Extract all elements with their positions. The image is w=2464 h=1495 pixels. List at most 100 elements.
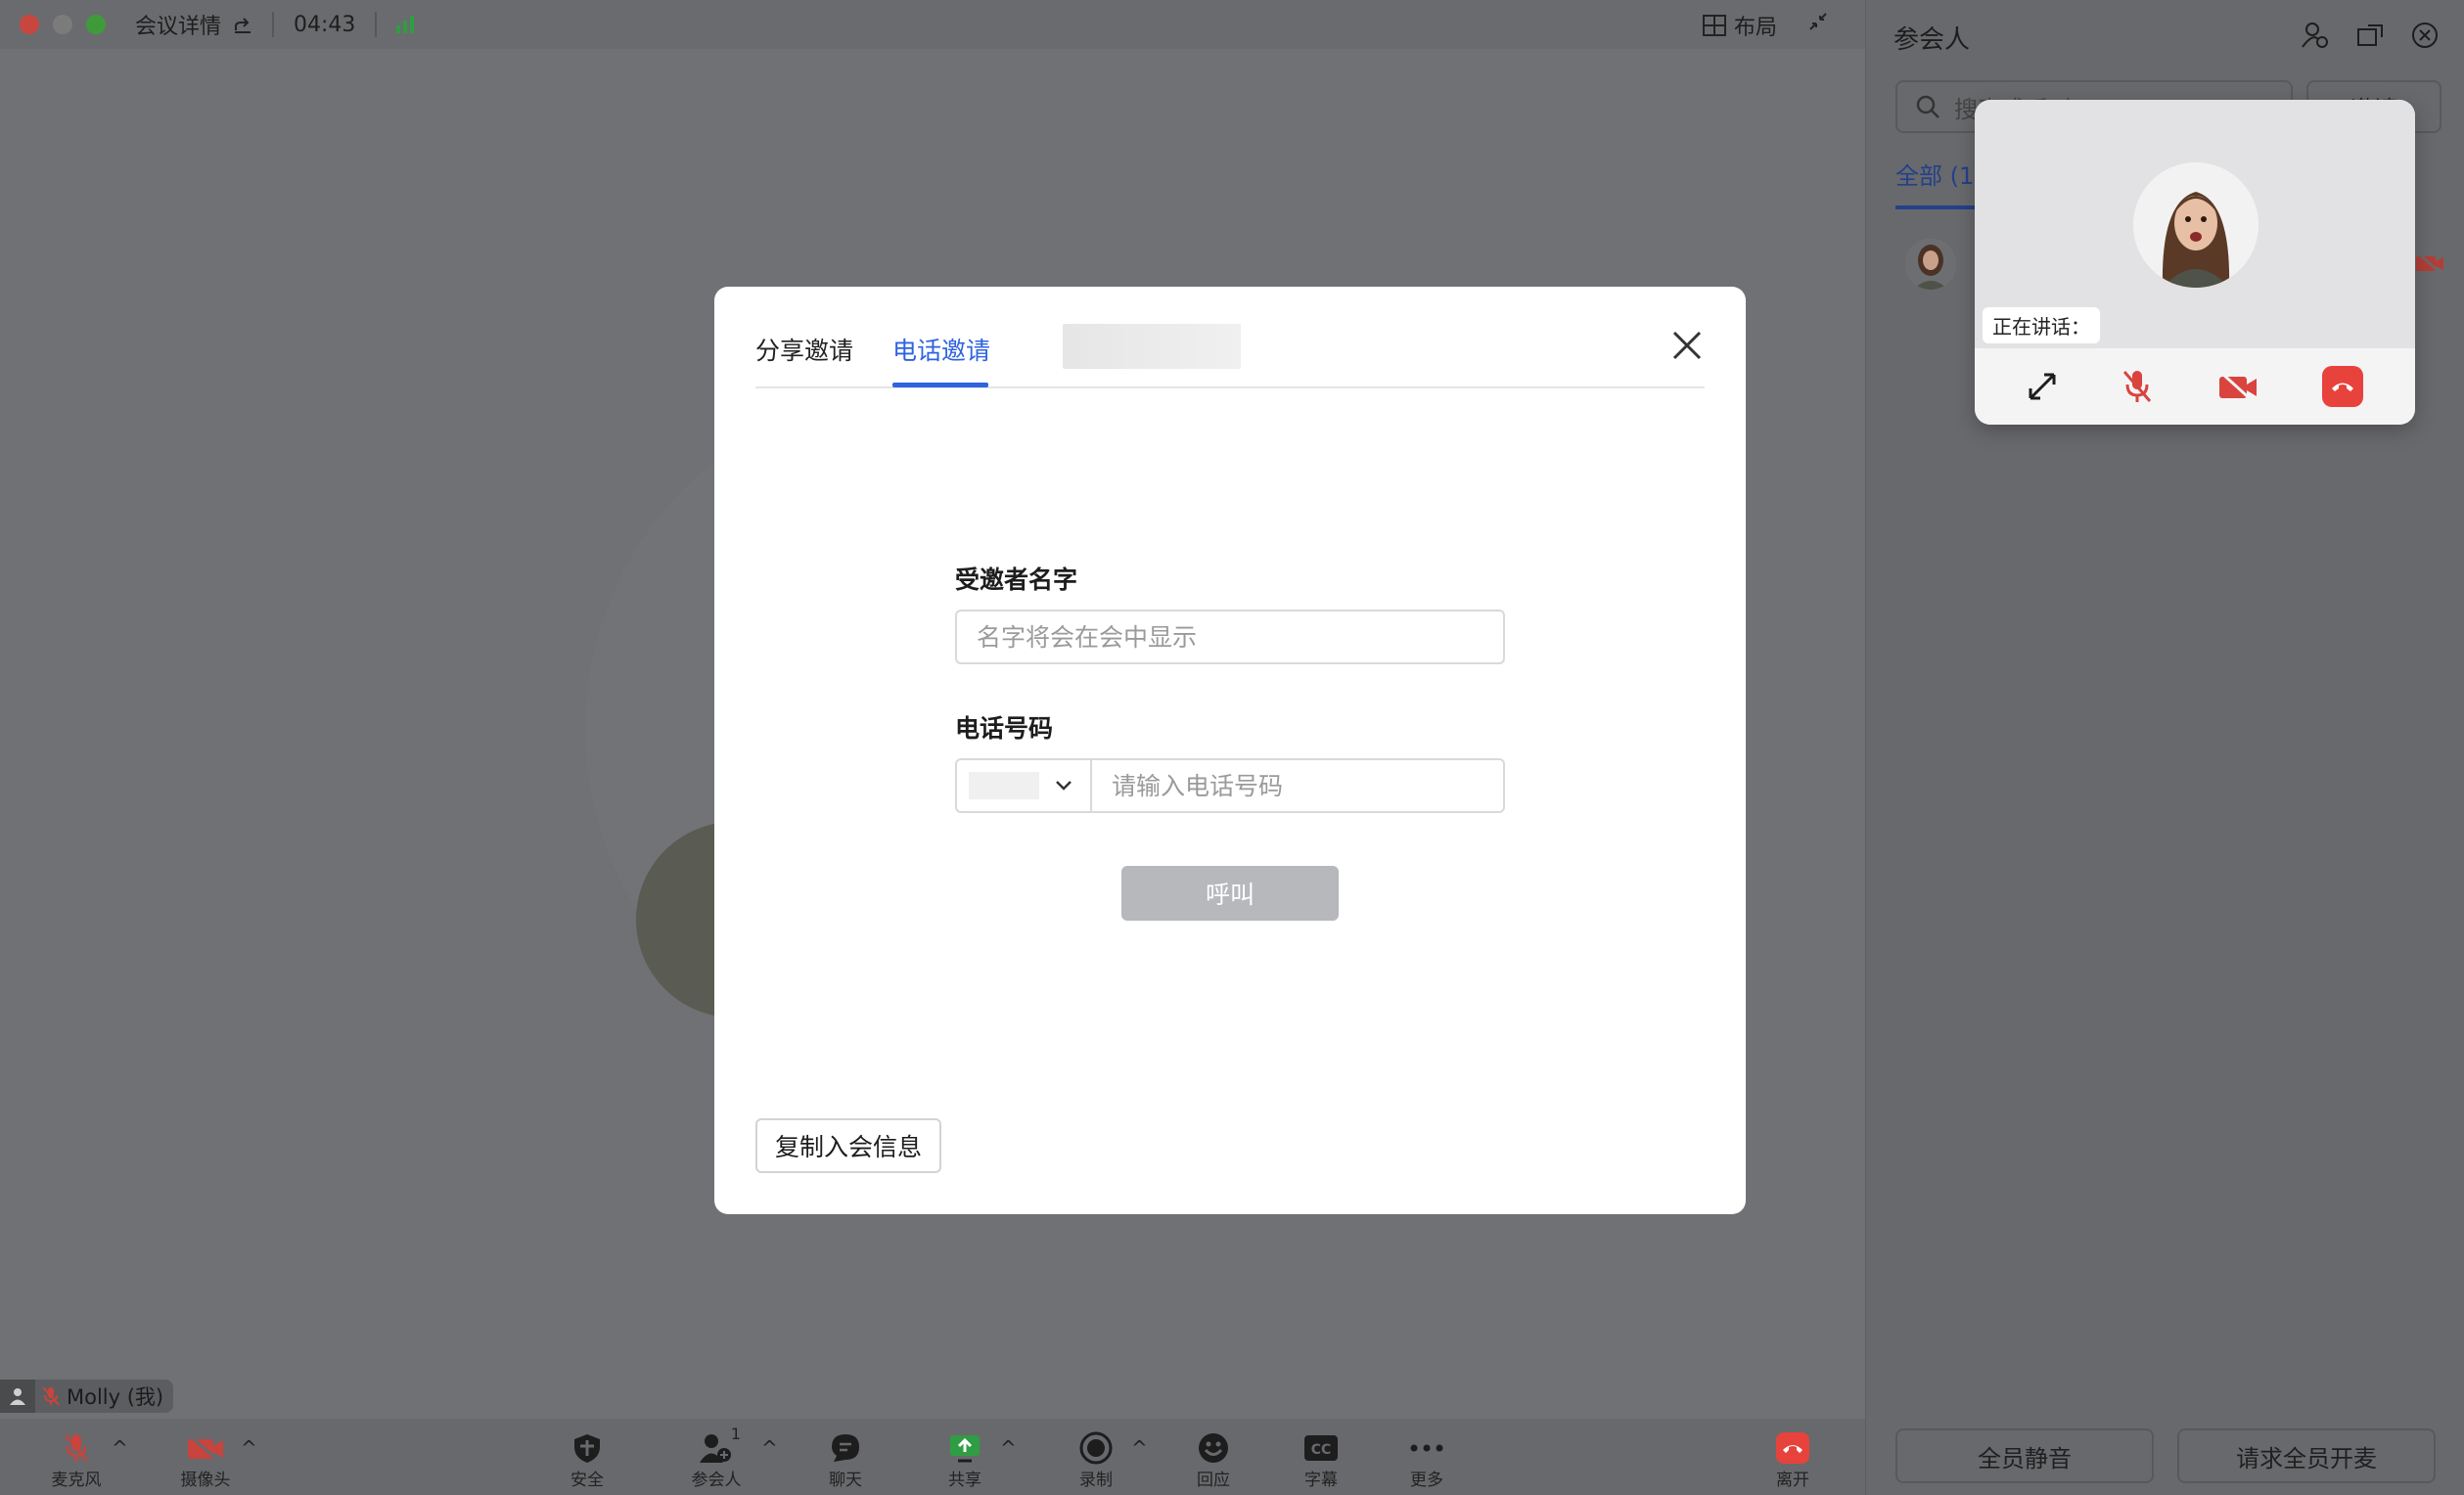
invitee-name-input[interactable] <box>955 610 1505 664</box>
layout-label: 布局 <box>1733 16 1777 40</box>
camera-button[interactable]: 摄像头 <box>166 1430 245 1490</box>
phone-number-input[interactable] <box>1092 760 1503 811</box>
grid-layout-icon <box>1702 15 1726 36</box>
leave-label: 离开 <box>1776 1471 1809 1490</box>
share-screen-icon <box>950 1435 980 1463</box>
close-window-button[interactable] <box>20 15 39 34</box>
camera-off-icon <box>188 1433 223 1463</box>
redacted-country-code <box>969 772 1039 799</box>
cc-captions-icon: CC <box>1304 1435 1338 1461</box>
record-options-chevron-icon[interactable]: ^ <box>1131 1436 1148 1460</box>
smiley-icon <box>1199 1433 1228 1463</box>
participants-button[interactable]: 1 参会人 <box>677 1425 755 1490</box>
close-panel-icon[interactable] <box>2411 22 2439 49</box>
participant-camera-off-icon <box>2416 252 2443 274</box>
divider <box>272 12 275 37</box>
invite-tabs: 分享邀请 电话邀请 <box>755 287 1705 388</box>
participants-options-chevron-icon[interactable]: ^ <box>761 1436 778 1460</box>
meeting-details-button[interactable]: 会议详情 <box>135 9 252 40</box>
record-label: 录制 <box>1079 1471 1113 1490</box>
mic-muted-icon[interactable] <box>2122 369 2153 404</box>
user-avatar-icon <box>0 1380 35 1413</box>
tab-all-participants[interactable]: 全部 (1) <box>1895 157 1984 191</box>
record-button[interactable]: 录制 <box>1057 1430 1135 1490</box>
hangup-phone-icon <box>1776 1432 1809 1464</box>
leave-button[interactable]: 离开 <box>1754 1430 1832 1490</box>
collapse-arrows-icon <box>1809 13 1827 30</box>
panel-footer: 全员静音 请求全员开麦 <box>1895 1428 2436 1483</box>
layout-button[interactable]: 布局 <box>1702 10 1777 41</box>
participant-settings-icon[interactable] <box>2302 22 2329 49</box>
redacted-tab[interactable] <box>1063 324 1241 369</box>
share-arrow-icon <box>235 18 251 33</box>
window-controls <box>20 15 106 34</box>
share-button[interactable]: 共享 <box>926 1430 1004 1490</box>
invitee-name-label: 受邀者名字 <box>955 566 1078 594</box>
camera-off-icon[interactable] <box>2217 371 2259 402</box>
mic-label: 麦克风 <box>51 1471 102 1490</box>
self-name: Molly (我) <box>67 1385 164 1409</box>
participant-avatar[interactable] <box>1905 239 1956 290</box>
chat-bubble-icon <box>832 1434 859 1462</box>
share-options-chevron-icon[interactable]: ^ <box>1000 1436 1017 1460</box>
minimize-window-button[interactable] <box>53 15 72 34</box>
more-label: 更多 <box>1410 1471 1443 1490</box>
self-name-tag: Molly (我) <box>0 1380 174 1413</box>
close-icon <box>1672 331 1702 360</box>
phone-invite-form: 受邀者名字 电话号码 <box>955 561 1505 813</box>
chat-button[interactable]: 聊天 <box>806 1430 885 1490</box>
request-unmute-all-button[interactable]: 请求全员开麦 <box>2177 1428 2436 1483</box>
top-bar: 会议详情 04:43 布局 <box>0 0 1865 49</box>
exit-fullscreen-button[interactable] <box>1808 12 1828 37</box>
meeting-timer: 04:43 <box>294 12 356 37</box>
security-button[interactable]: 安全 <box>548 1430 626 1490</box>
country-code-select[interactable] <box>957 760 1092 811</box>
active-tab-underline <box>892 383 988 387</box>
more-button[interactable]: 更多 <box>1388 1430 1466 1490</box>
mic-button[interactable]: 麦克风 <box>37 1430 115 1490</box>
react-button[interactable]: 回应 <box>1174 1430 1253 1490</box>
tab-underline <box>1895 205 1984 209</box>
tab-phone-invite[interactable]: 电话邀请 <box>892 332 990 367</box>
participants-label: 参会人 <box>691 1471 742 1490</box>
zoom-window-button[interactable] <box>86 15 106 34</box>
copy-meeting-info-button[interactable]: 复制入会信息 <box>755 1118 941 1173</box>
floating-video-feed: 正在讲话： <box>1975 100 2415 348</box>
bottom-toolbar: 麦克风 ^ 摄像头 ^ 安全 1 参会人 ^ 聊天 共享 ^ 录制 ^ 回应 C… <box>0 1419 1865 1495</box>
camera-options-chevron-icon[interactable]: ^ <box>241 1436 257 1460</box>
svg-text:CC: CC <box>1311 1442 1332 1458</box>
popout-window-icon[interactable] <box>2356 22 2384 49</box>
phone-number-group <box>955 758 1505 813</box>
participants-icon <box>700 1434 731 1463</box>
invite-dialog: 分享邀请 电话邀请 受邀者名字 电话号码 呼叫 复制入会信息 <box>714 287 1746 1214</box>
signal-strength-icon[interactable] <box>396 16 415 33</box>
hangup-phone-icon <box>2332 383 2354 391</box>
captions-label: 字幕 <box>1304 1471 1338 1490</box>
phone-number-label: 电话号码 <box>955 714 1054 743</box>
captions-button[interactable]: CC 字幕 <box>1282 1430 1360 1490</box>
floating-controls <box>1975 348 2415 425</box>
camera-label: 摄像头 <box>180 1471 231 1490</box>
tab-share-invite[interactable]: 分享邀请 <box>755 332 853 367</box>
meeting-details-label: 会议详情 <box>135 15 222 39</box>
hangup-button[interactable] <box>2322 366 2364 407</box>
record-icon <box>1079 1431 1113 1465</box>
divider <box>375 12 378 37</box>
mic-options-chevron-icon[interactable]: ^ <box>112 1436 128 1460</box>
chat-label: 聊天 <box>829 1471 862 1490</box>
search-icon <box>1916 95 1939 118</box>
share-label: 共享 <box>948 1471 981 1490</box>
speaking-indicator: 正在讲话： <box>1983 307 2100 343</box>
close-dialog-button[interactable] <box>1671 330 1703 365</box>
panel-title: 参会人 <box>1894 25 1971 55</box>
shield-icon <box>574 1434 600 1463</box>
security-label: 安全 <box>570 1471 604 1490</box>
mic-muted-icon <box>65 1434 88 1462</box>
mute-all-button[interactable]: 全员静音 <box>1895 1428 2154 1483</box>
speaker-avatar <box>2133 162 2259 288</box>
expand-arrows-icon[interactable] <box>2027 371 2058 402</box>
floating-video-window[interactable]: 正在讲话： <box>1975 100 2415 425</box>
call-button[interactable]: 呼叫 <box>1121 866 1339 921</box>
react-label: 回应 <box>1197 1471 1230 1490</box>
more-dots-icon <box>1410 1444 1443 1452</box>
